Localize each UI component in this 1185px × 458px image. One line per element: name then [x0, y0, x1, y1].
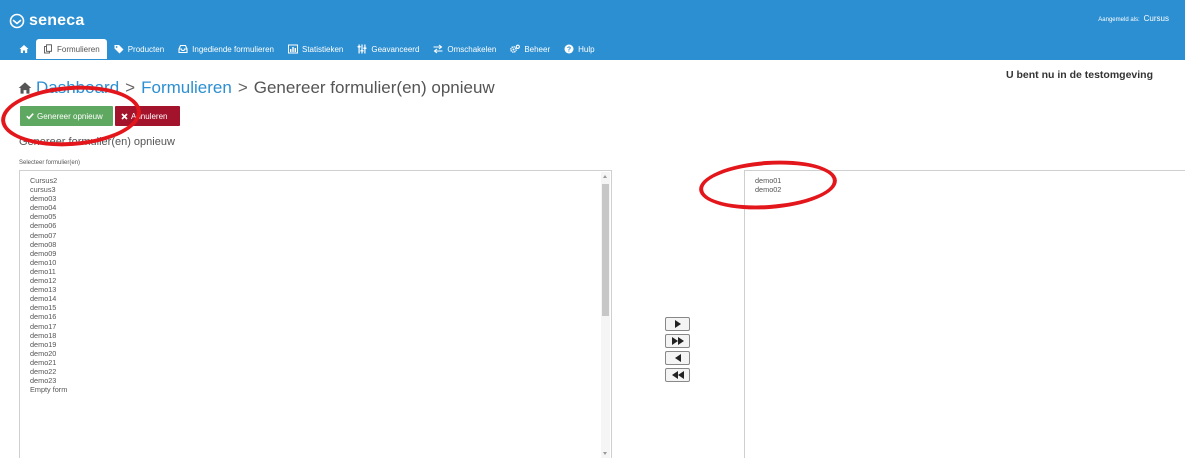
nav-producten[interactable]: Producten: [107, 39, 171, 59]
scroll-up-icon[interactable]: [603, 175, 607, 178]
list-item[interactable]: demo07: [30, 231, 67, 240]
breadcrumb-separator: >: [125, 78, 136, 97]
switch-icon: [433, 44, 443, 54]
list-item[interactable]: demo08: [30, 240, 67, 249]
move-all-right-button[interactable]: [665, 334, 690, 348]
select-forms-label: Selecteer formulier(en): [19, 160, 81, 166]
vertical-scrollbar[interactable]: [601, 172, 610, 458]
nav-omschakelen[interactable]: Omschakelen: [426, 39, 503, 59]
nav-statistieken-label: Statistieken: [302, 44, 344, 54]
nav-statistieken[interactable]: Statistieken: [281, 39, 350, 59]
breadcrumb: Dashboard > Formulieren > Genereer formu…: [18, 76, 495, 100]
close-icon: [121, 112, 128, 120]
gears-icon: [510, 44, 521, 53]
list-item[interactable]: demo23: [30, 376, 67, 385]
move-selected-right-button[interactable]: [665, 317, 690, 331]
list-item[interactable]: demo09: [30, 249, 67, 258]
breadcrumb-formulieren[interactable]: Formulieren: [141, 78, 232, 98]
rewind-icon: [671, 371, 684, 379]
nav-ingediende-formulieren[interactable]: Ingediende formulieren: [171, 39, 281, 59]
tags-icon: [114, 45, 124, 54]
list-item[interactable]: demo01: [755, 176, 781, 185]
selected-forms-listbox[interactable]: demo01 demo02: [744, 170, 1185, 458]
section-title: Genereer formulier(en) opnieuw: [19, 136, 175, 148]
scrollbar-thumb[interactable]: [602, 184, 609, 316]
scroll-down-icon[interactable]: [603, 452, 607, 455]
sliders-icon: [357, 44, 367, 54]
move-selected-left-button[interactable]: [665, 351, 690, 365]
home-icon: [19, 45, 29, 53]
play-right-icon: [674, 320, 681, 328]
breadcrumb-dashboard[interactable]: Dashboard: [36, 78, 119, 98]
nav-home[interactable]: [12, 39, 36, 59]
selected-forms-list: demo01 demo02: [755, 176, 781, 194]
top-bar: seneca Aangemeld als: Cursus Formulieren…: [0, 0, 1185, 60]
nav-producten-label: Producten: [127, 44, 165, 54]
list-item[interactable]: demo04: [30, 203, 67, 212]
breadcrumb-current: Genereer formulier(en) opnieuw: [253, 78, 495, 97]
list-item[interactable]: demo21: [30, 358, 67, 367]
seneca-logo-text: seneca: [29, 12, 85, 29]
list-item[interactable]: demo19: [30, 340, 67, 349]
cancel-button-label: Annuleren: [131, 111, 168, 121]
list-item[interactable]: demo14: [30, 294, 67, 303]
list-item[interactable]: demo15: [30, 303, 67, 312]
forms-icon: [44, 44, 52, 54]
list-item[interactable]: demo17: [30, 322, 67, 331]
regenerate-button[interactable]: Genereer opnieuw: [20, 106, 113, 126]
list-item[interactable]: demo18: [30, 331, 67, 340]
test-environment-notice: U bent nu in de testomgeving: [1006, 69, 1154, 81]
move-all-left-button[interactable]: [665, 368, 690, 382]
list-item[interactable]: demo20: [30, 349, 67, 358]
help-icon: ?: [564, 44, 574, 54]
list-item[interactable]: demo11: [30, 267, 67, 276]
check-icon: [26, 113, 34, 120]
nav-ingediende-label: Ingediende formulieren: [192, 44, 274, 54]
nav-geavanceerd[interactable]: Geavanceerd: [350, 39, 426, 59]
available-forms-list: Cursus2 cursus3 demo03 demo04 demo05 demo06 de…: [30, 176, 67, 394]
regenerate-button-label: Genereer opnieuw: [37, 111, 103, 121]
fast-forward-icon: [671, 337, 684, 345]
list-item[interactable]: demo03: [30, 194, 67, 203]
list-item[interactable]: cursus3: [30, 185, 67, 194]
nav-omschakelen-label: Omschakelen: [447, 44, 497, 54]
svg-text:?: ?: [567, 47, 571, 54]
list-item[interactable]: Cursus2: [30, 176, 67, 185]
list-item[interactable]: demo13: [30, 285, 67, 294]
seneca-logo[interactable]: seneca: [9, 10, 84, 32]
chart-icon: [288, 44, 298, 54]
logged-in-user[interactable]: Cursus: [1144, 14, 1169, 23]
nav-geavanceerd-label: Geavanceerd: [371, 44, 420, 54]
list-item[interactable]: demo02: [755, 185, 781, 194]
nav-formulieren-label: Formulieren: [57, 44, 100, 54]
list-item[interactable]: demo06: [30, 221, 67, 230]
nav-hulp-label: Hulp: [578, 44, 595, 54]
breadcrumb-separator: >: [237, 78, 248, 97]
cancel-button[interactable]: Annuleren: [115, 106, 180, 126]
list-item[interactable]: Empty form: [30, 385, 67, 394]
nav-beheer[interactable]: Beheer: [503, 39, 557, 59]
nav-formulieren[interactable]: Formulieren: [36, 39, 107, 59]
list-item[interactable]: demo10: [30, 258, 67, 267]
logged-in-prefix: Aangemeld als:: [1098, 17, 1140, 23]
nav-beheer-label: Beheer: [524, 44, 551, 54]
list-item[interactable]: demo22: [30, 367, 67, 376]
home-icon: [18, 82, 32, 94]
main-nav: Formulieren Producten Ingediende formuli…: [12, 39, 602, 59]
list-item[interactable]: demo12: [30, 276, 67, 285]
inbox-icon: [178, 44, 188, 54]
available-forms-listbox[interactable]: Cursus2 cursus3 demo03 demo04 demo05 demo06 de…: [19, 170, 612, 458]
nav-hulp[interactable]: ? Hulp: [557, 39, 601, 59]
logged-in-info: Aangemeld als: Cursus: [1098, 14, 1169, 23]
seneca-logo-icon: [9, 13, 25, 29]
list-item[interactable]: demo05: [30, 212, 67, 221]
play-left-icon: [674, 354, 681, 362]
list-item[interactable]: demo16: [30, 312, 67, 321]
